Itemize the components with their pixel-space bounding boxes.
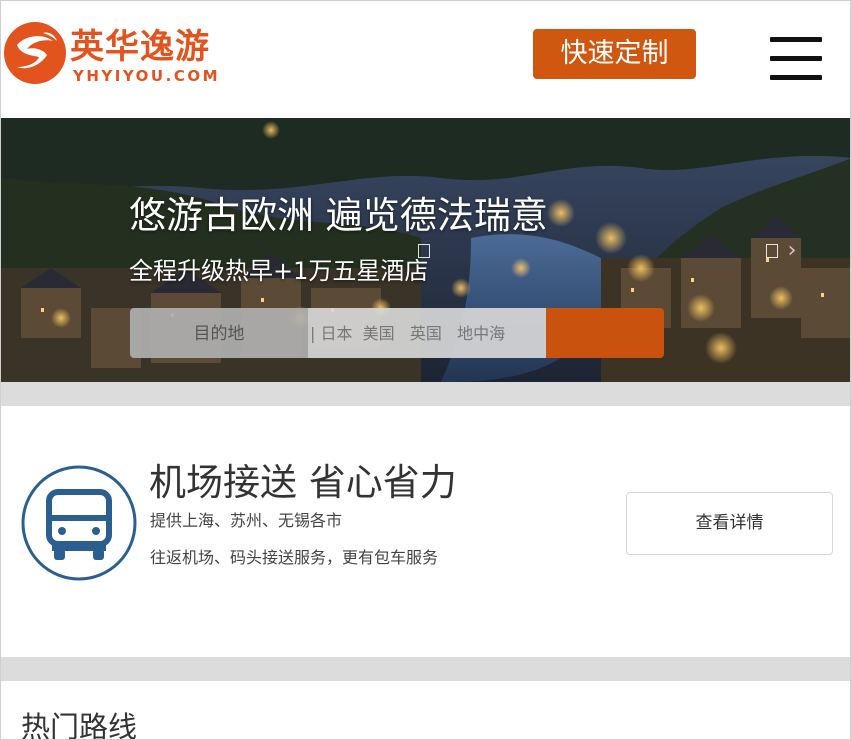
view-details-button[interactable]: 查看详情 xyxy=(626,492,833,555)
hero-banner[interactable]: 悠游古欧洲 遍览德法瑞意 全程升级热早+1万五星酒店 › 目的地 xyxy=(1,118,850,382)
menu-bar xyxy=(770,75,822,80)
logo-mark-icon xyxy=(4,22,66,84)
slide-indicator[interactable] xyxy=(418,244,430,258)
feature-title: 机场接送 省心省力 xyxy=(149,461,457,504)
slide-indicator[interactable] xyxy=(766,244,778,258)
quick-custom-button[interactable]: 快速定制 xyxy=(533,29,696,79)
hamburger-menu-icon[interactable] xyxy=(770,37,822,83)
logo-text-cn: 英华逸游 xyxy=(70,27,210,67)
feature-description-line2: 往返机场、码头接送服务，更有包车服务 xyxy=(150,548,439,567)
header: 英华逸游 YHYIYOU.COM 快速定制 xyxy=(1,1,850,118)
hot-routes-title: 热门路线 xyxy=(21,710,138,740)
page: 英华逸游 YHYIYOU.COM 快速定制 悠游古欧洲 遍览德法瑞意 全程升级热… xyxy=(0,0,851,740)
banner-title: 悠游古欧洲 遍览德法瑞意 xyxy=(129,194,548,237)
hot-routes-section: 热门路线 xyxy=(1,681,850,740)
destination-label-button[interactable]: 目的地 xyxy=(130,308,308,358)
destination-search-bar: 目的地 xyxy=(130,308,664,358)
menu-bar xyxy=(770,37,822,42)
bus-icon xyxy=(21,465,137,581)
chevron-right-icon[interactable]: › xyxy=(783,238,801,264)
airport-transfer-card: 机场接送 省心省力 提供上海、苏州、无锡各市 往返机场、码头接送服务，更有包车服… xyxy=(1,406,850,657)
logo-text-en: YHYIYOU.COM xyxy=(73,67,221,85)
section-divider xyxy=(1,382,850,406)
logo[interactable]: 英华逸游 YHYIYOU.COM xyxy=(3,21,233,91)
section-divider xyxy=(1,657,850,681)
search-submit-button[interactable] xyxy=(546,308,664,358)
feature-description-line1: 提供上海、苏州、无锡各市 xyxy=(150,511,343,530)
menu-bar xyxy=(770,56,822,61)
banner-subtitle: 全程升级热早+1万五星酒店 xyxy=(129,257,429,285)
destination-search-input[interactable] xyxy=(308,308,546,358)
